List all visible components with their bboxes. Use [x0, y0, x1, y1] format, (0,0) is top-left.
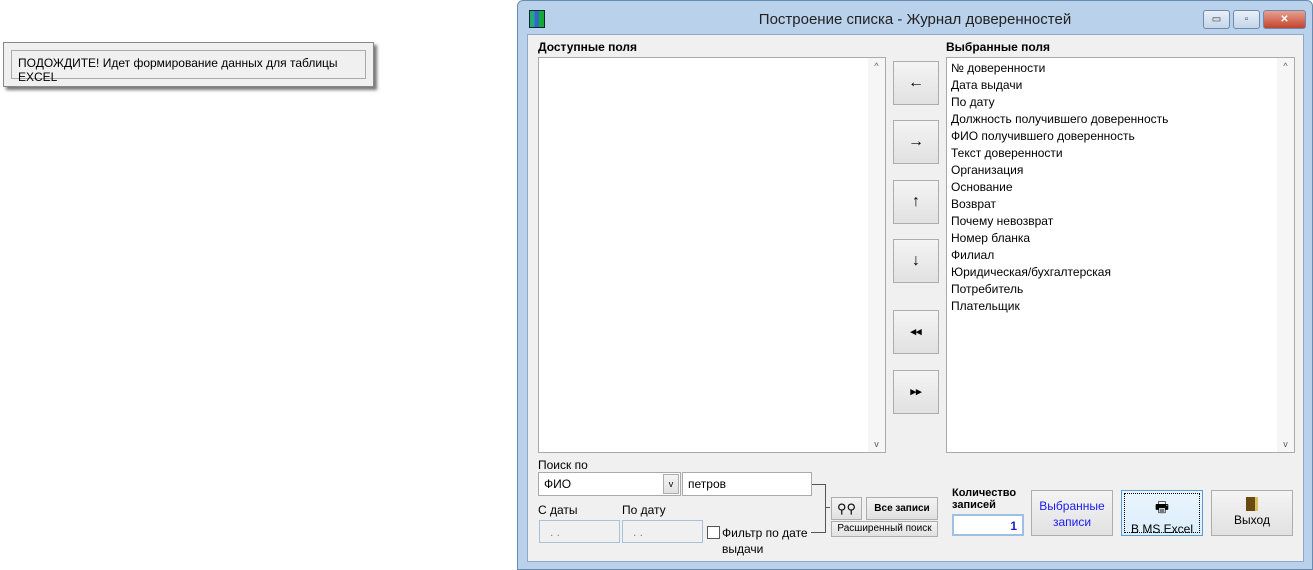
close-button[interactable]: ✕ — [1263, 10, 1306, 29]
to-date-input[interactable]: . . — [622, 520, 703, 543]
exit-label: Выход — [1234, 513, 1270, 527]
list-item[interactable]: По дату — [951, 95, 995, 109]
client-area: Доступные поля ^ v ← → ↑ ↓ ◂◂ ▸▸ Выбранны… — [527, 34, 1304, 562]
selected-fields-list[interactable]: № доверенности Дата выдачи По дату Должн… — [946, 57, 1295, 453]
list-item[interactable]: Потребитель — [951, 282, 1023, 296]
scroll-up-icon[interactable]: ^ — [1277, 61, 1294, 71]
to-date-label: По дату — [622, 503, 666, 517]
available-fields-label: Доступные поля — [538, 40, 638, 54]
exit-door-icon — [1246, 497, 1258, 511]
list-item[interactable]: Филиал — [951, 248, 994, 262]
list-item[interactable]: Почему невозврат — [951, 214, 1053, 228]
selected-records-button[interactable]: Выбранные записи — [1031, 490, 1113, 536]
maximize-button[interactable]: ▫ — [1233, 10, 1260, 29]
date-filter-checkbox[interactable] — [707, 526, 720, 539]
move-right-button[interactable]: → — [893, 120, 939, 164]
list-item[interactable]: Должность получившего доверенность — [951, 112, 1168, 126]
search-input[interactable]: петров — [682, 472, 812, 496]
all-records-button[interactable]: Все записи — [866, 497, 938, 520]
exit-button[interactable]: Выход — [1211, 490, 1293, 536]
wait-message: ПОДОЖДИТЕ! Идет формирование данных для … — [11, 50, 366, 84]
scroll-down-icon[interactable]: v — [1277, 439, 1294, 449]
minimize-button[interactable]: ▭ — [1203, 10, 1230, 29]
list-item[interactable]: Дата выдачи — [951, 78, 1022, 92]
move-down-button[interactable]: ↓ — [893, 239, 939, 283]
connector-line — [825, 484, 826, 533]
list-item[interactable]: Основание — [951, 180, 1013, 194]
binoculars-icon: ⚲⚲ — [836, 501, 857, 516]
selected-fields-label: Выбранные поля — [946, 40, 1050, 54]
list-item[interactable]: № доверенности — [951, 61, 1045, 75]
wait-dialog: ПОДОЖДИТЕ! Идет формирование данных для … — [3, 42, 374, 87]
scrollbar[interactable]: ^ v — [1277, 58, 1294, 452]
scroll-down-icon[interactable]: v — [868, 439, 885, 449]
record-count-field: 1 — [952, 514, 1024, 536]
list-item[interactable]: Возврат — [951, 197, 996, 211]
find-binoculars-button[interactable]: ⚲⚲ — [831, 497, 862, 520]
scrollbar[interactable]: ^ v — [868, 58, 885, 452]
excel-export-button[interactable]: 🖶 В MS Excel — [1121, 490, 1203, 536]
move-left-button[interactable]: ← — [893, 61, 939, 105]
list-item[interactable]: ФИО получившего доверенность — [951, 129, 1135, 143]
from-date-label: С даты — [538, 503, 578, 517]
window-title: Построение списка - Журнал доверенностей — [758, 11, 1072, 28]
search-by-label: Поиск по — [538, 458, 588, 472]
available-fields-list[interactable]: ^ v — [538, 57, 886, 453]
connector-line — [812, 484, 826, 485]
list-item[interactable]: Плательщик — [951, 299, 1020, 313]
scroll-up-icon[interactable]: ^ — [868, 61, 885, 71]
move-all-right-button[interactable]: ▸▸ — [893, 370, 939, 414]
main-window: Построение списка - Журнал доверенностей… — [517, 0, 1313, 570]
search-field-select[interactable]: ФИО v — [538, 472, 681, 496]
move-all-left-button[interactable]: ◂◂ — [893, 310, 939, 354]
advanced-search-button[interactable]: Расширенный поиск — [831, 521, 938, 537]
list-item[interactable]: Текст доверенности — [951, 146, 1063, 160]
search-field-value: ФИО — [544, 477, 572, 491]
excel-export-label: В MS Excel — [1130, 522, 1193, 536]
chevron-down-icon[interactable]: v — [663, 474, 679, 494]
move-up-button[interactable]: ↑ — [893, 180, 939, 224]
connector-line — [825, 507, 830, 508]
list-item[interactable]: Номер бланка — [951, 231, 1030, 245]
date-filter-label: Фильтр по дате выдачи — [722, 526, 808, 556]
list-item[interactable]: Организация — [951, 163, 1023, 177]
connector-line — [811, 532, 826, 533]
list-item[interactable]: Юридическая/бухгалтерская — [951, 265, 1111, 279]
printer-icon: 🖶 — [1154, 499, 1170, 516]
record-count-label: Количество записей — [952, 487, 1017, 511]
from-date-input[interactable]: . . — [539, 520, 620, 543]
